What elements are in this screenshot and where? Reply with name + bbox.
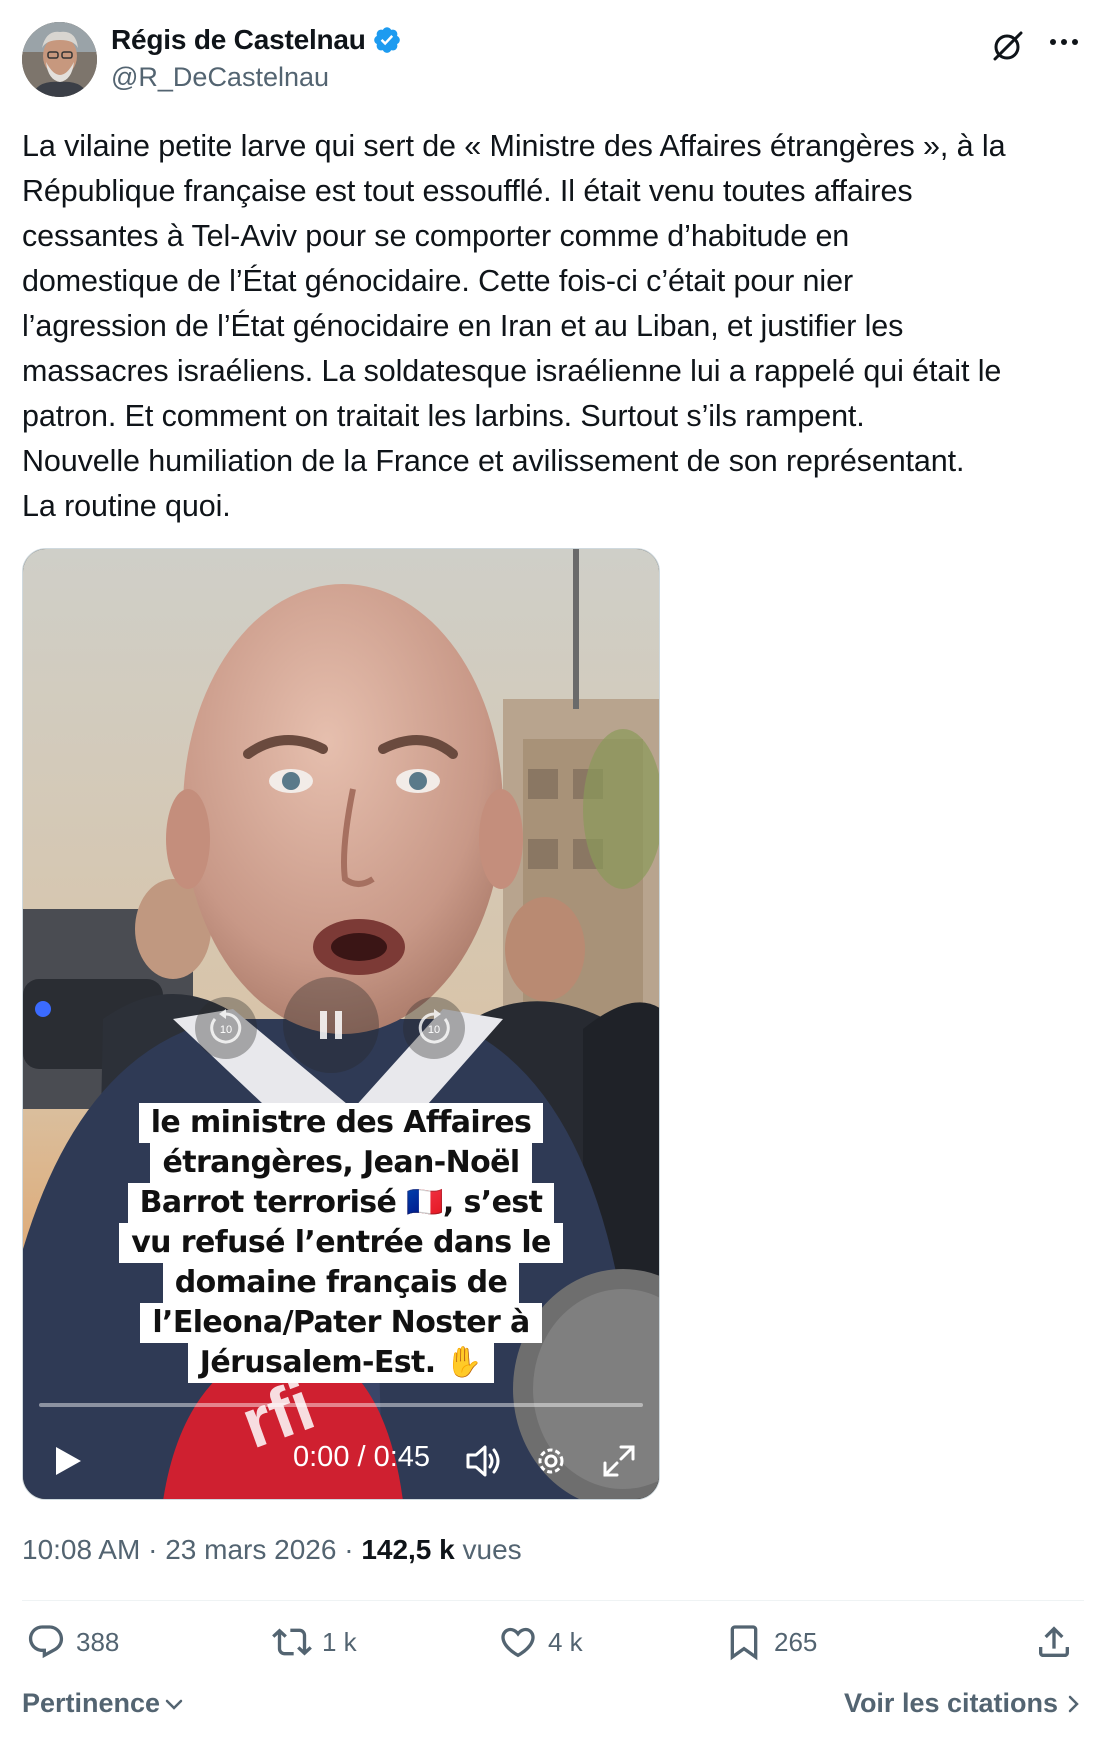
rewind-10-icon: 10	[210, 1009, 242, 1044]
tweet-date[interactable]: 23 mars 2026	[165, 1534, 336, 1565]
sort-dropdown[interactable]: Pertinence	[22, 1688, 186, 1719]
volume-button[interactable]	[463, 1441, 505, 1481]
bookmark-icon	[730, 1625, 758, 1661]
separator: ·	[140, 1534, 166, 1565]
caption-line: Barrot terrorisé 🇫🇷, s’est	[127, 1183, 555, 1223]
view-quotes-link[interactable]: Voir les citations	[844, 1688, 1084, 1719]
forward-10-icon: 10	[418, 1009, 450, 1044]
caption-line: le ministre des Affaires	[138, 1103, 544, 1143]
handle[interactable]: @R_DeCastelnau	[111, 62, 329, 93]
share-button[interactable]	[1034, 1622, 1074, 1662]
verified-badge-icon	[372, 25, 402, 55]
more-icon[interactable]	[1044, 26, 1084, 66]
play-button[interactable]	[47, 1441, 87, 1481]
fullscreen-button[interactable]	[599, 1441, 639, 1481]
forward-10-button[interactable]: 10	[403, 997, 465, 1059]
replies-footer: Pertinence Voir les citations	[22, 1688, 1084, 1728]
action-bar: 388 1 k 4 k 265	[22, 1622, 1084, 1678]
gear-icon	[538, 1448, 564, 1474]
video-player[interactable]: rfi 10 10 le ministre des Affaires étran…	[22, 548, 660, 1500]
retweet-icon	[272, 1628, 312, 1656]
caption-line: Jérusalem-Est. ✋	[187, 1343, 495, 1383]
views-count: 142,5 k	[361, 1534, 455, 1565]
bookmark-button[interactable]: 265	[724, 1622, 817, 1662]
pause-icon	[320, 1011, 342, 1039]
svg-text:10: 10	[220, 1024, 232, 1036]
sort-label: Pertinence	[22, 1688, 161, 1718]
pause-button[interactable]	[283, 977, 379, 1073]
video-caption: le ministre des Affaires étrangères, Jea…	[23, 1103, 659, 1383]
rewind-10-button[interactable]: 10	[195, 997, 257, 1059]
retweet-count: 1 k	[322, 1626, 357, 1657]
video-progress-bar[interactable]	[39, 1403, 643, 1407]
grok-icon[interactable]	[988, 26, 1028, 66]
svg-text:10: 10	[428, 1024, 440, 1036]
separator: ·	[336, 1534, 362, 1565]
avatar[interactable]	[22, 22, 97, 97]
like-button[interactable]: 4 k	[498, 1622, 583, 1662]
chevron-down-icon	[165, 1699, 183, 1710]
name-row: Régis de Castelnau	[111, 24, 402, 56]
volume-icon	[466, 1445, 500, 1477]
reply-icon	[28, 1625, 64, 1659]
share-icon	[1039, 1626, 1069, 1657]
reply-button[interactable]: 388	[26, 1622, 119, 1662]
play-icon	[56, 1447, 81, 1475]
views-label: vues	[454, 1534, 522, 1565]
tweet-time[interactable]: 10:08 AM	[22, 1534, 140, 1565]
like-count: 4 k	[548, 1626, 583, 1657]
display-name[interactable]: Régis de Castelnau	[111, 24, 366, 56]
tweet-header: Régis de Castelnau @R_DeCastelnau	[22, 22, 1084, 100]
settings-button[interactable]	[531, 1441, 571, 1481]
video-time: 0:00 / 0:45	[293, 1441, 431, 1473]
caption-line: l’Eleona/Pater Noster à	[140, 1303, 542, 1343]
reply-count: 388	[76, 1626, 120, 1657]
bookmark-count: 265	[774, 1626, 818, 1657]
caption-line: domaine français de	[162, 1263, 520, 1303]
tweet-meta: 10:08 AM · 23 mars 2026 · 142,5 k vues	[22, 1534, 522, 1566]
retweet-button[interactable]: 1 k	[272, 1622, 357, 1662]
chevron-right-icon	[1068, 1695, 1079, 1712]
caption-line: étrangères, Jean-Noël	[150, 1143, 532, 1183]
fullscreen-icon	[603, 1445, 635, 1477]
view-quotes-label: Voir les citations	[843, 1688, 1058, 1718]
divider	[22, 1600, 1084, 1601]
like-icon	[501, 1627, 535, 1658]
tweet-text: La vilaine petite larve qui sert de « Mi…	[22, 129, 1006, 523]
caption-line: vu refusé l’entrée dans le	[119, 1223, 563, 1263]
